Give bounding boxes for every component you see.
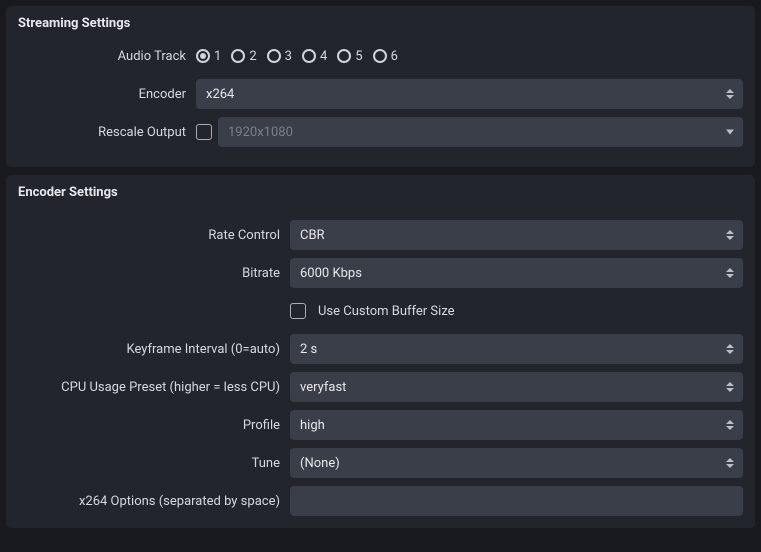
audio-track-radio-group: 1 2 3 4 5 6 — [196, 49, 743, 64]
x264-options-label: x264 Options (separated by space) — [18, 494, 290, 509]
encoder-settings-title: Encoder Settings — [18, 185, 743, 200]
chevron-down-icon — [726, 130, 734, 135]
encoder-settings-panel: Encoder Settings Rate Control CBR Bitrat… — [6, 175, 755, 528]
audio-track-radio-5[interactable] — [337, 49, 351, 63]
audio-track-radio-4-label[interactable]: 4 — [320, 49, 327, 64]
chevron-updown-icon — [723, 378, 737, 396]
rate-control-select[interactable]: CBR — [290, 220, 743, 250]
x264-options-input[interactable] — [290, 486, 743, 516]
encoder-label: Encoder — [18, 87, 196, 102]
audio-track-radio-1-label[interactable]: 1 — [214, 49, 221, 64]
audio-track-radio-1[interactable] — [196, 49, 210, 63]
audio-track-radio-6-label[interactable]: 6 — [391, 49, 398, 64]
custom-buffer-checkbox[interactable] — [290, 303, 306, 319]
chevron-updown-icon — [723, 454, 737, 472]
audio-track-radio-5-label[interactable]: 5 — [355, 49, 362, 64]
bitrate-label: Bitrate — [18, 266, 290, 281]
profile-select[interactable]: high — [290, 410, 743, 440]
profile-label: Profile — [18, 418, 290, 433]
rate-control-value: CBR — [300, 228, 325, 243]
custom-buffer-label[interactable]: Use Custom Buffer Size — [318, 304, 455, 319]
rescale-output-dropdown[interactable]: 1920x1080 — [218, 117, 743, 147]
rescale-output-label: Rescale Output — [18, 125, 196, 140]
encoder-select-value: x264 — [206, 87, 234, 102]
tune-label: Tune — [18, 456, 290, 471]
keyframe-label: Keyframe Interval (0=auto) — [18, 342, 290, 357]
audio-track-radio-2[interactable] — [231, 49, 245, 63]
rescale-output-value: 1920x1080 — [228, 125, 293, 140]
bitrate-value: 6000 Kbps — [300, 266, 362, 281]
bitrate-spinbox[interactable]: 6000 Kbps — [290, 258, 743, 288]
tune-value: (None) — [300, 456, 340, 471]
audio-track-radio-6[interactable] — [373, 49, 387, 63]
chevron-updown-icon — [723, 226, 737, 244]
audio-track-label: Audio Track — [18, 49, 196, 64]
encoder-select[interactable]: x264 — [196, 79, 743, 109]
audio-track-radio-2-label[interactable]: 2 — [249, 49, 256, 64]
chevron-updown-icon — [723, 416, 737, 434]
audio-track-radio-3[interactable] — [267, 49, 281, 63]
streaming-settings-title: Streaming Settings — [18, 16, 743, 31]
cpu-preset-value: veryfast — [300, 380, 346, 395]
rate-control-label: Rate Control — [18, 228, 290, 243]
audio-track-radio-4[interactable] — [302, 49, 316, 63]
rescale-output-checkbox[interactable] — [196, 124, 212, 140]
chevron-updown-icon — [723, 85, 737, 103]
streaming-settings-panel: Streaming Settings Audio Track 1 2 3 4 — [6, 6, 755, 167]
chevron-updown-icon — [723, 264, 737, 282]
cpu-preset-select[interactable]: veryfast — [290, 372, 743, 402]
keyframe-spinbox[interactable]: 2 s — [290, 334, 743, 364]
cpu-preset-label: CPU Usage Preset (higher = less CPU) — [18, 380, 290, 395]
keyframe-value: 2 s — [300, 342, 317, 357]
tune-select[interactable]: (None) — [290, 448, 743, 478]
profile-value: high — [300, 418, 325, 433]
chevron-updown-icon — [723, 340, 737, 358]
audio-track-radio-3-label[interactable]: 3 — [285, 49, 292, 64]
